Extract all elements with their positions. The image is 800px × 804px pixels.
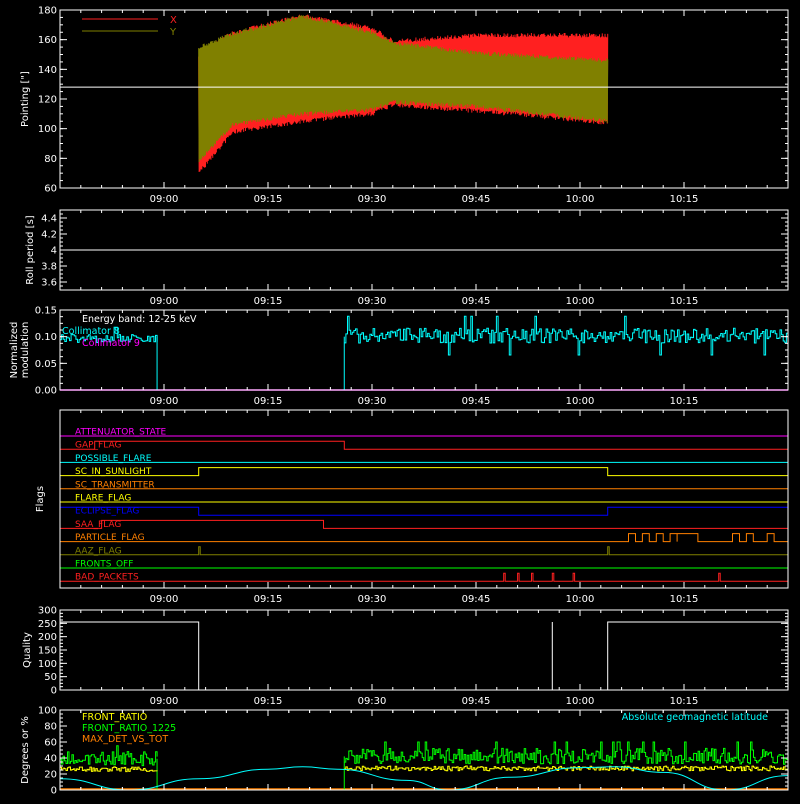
y-tick-label: 60 (44, 738, 57, 749)
y-tick-label: 80 (44, 722, 57, 733)
quality-y-label: Quality (22, 632, 33, 668)
time-tick-label: 09:45 (462, 194, 491, 205)
y-tick-label: 60 (44, 184, 57, 195)
flag-label: SAA_FLAG (75, 520, 121, 530)
time-tick-label: 10:15 (670, 194, 699, 205)
y-tick-label: 160 (38, 35, 57, 46)
y-tick-label: 0.00 (35, 386, 57, 397)
y-tick-label: 3.6 (41, 278, 57, 289)
time-tick-label: 10:15 (670, 396, 699, 407)
y-tick-label: 120 (38, 95, 57, 106)
y-tick-label: 0 (51, 786, 57, 797)
modulation-y-label-1: Normalized (9, 322, 20, 379)
time-tick-label: 09:45 (462, 396, 491, 407)
time-tick-label: 09:00 (150, 194, 179, 205)
flag-label: ATTENUATOR_STATE (75, 428, 167, 438)
y-tick-label: 40 (44, 754, 57, 765)
legend-max-det-vs-tot: MAX_DET_VS_TOT (82, 734, 168, 745)
flag-label: AAZ_FLAG (75, 546, 122, 556)
y-tick-label: 0 (51, 686, 57, 697)
y-tick-label: 80 (44, 154, 57, 165)
legend-x-label: X (170, 15, 177, 26)
y-tick-label: 100 (38, 706, 57, 717)
y-tick-label: 50 (44, 672, 57, 683)
time-tick-label: 10:15 (670, 296, 699, 307)
time-tick-label: 10:00 (566, 696, 595, 707)
y-tick-label: 140 (38, 65, 57, 76)
time-tick-label: 09:15 (254, 296, 283, 307)
energy-band-annotation: Energy band: 12-25 keV (82, 314, 197, 325)
rhessi-observing-summary: 60 80 100 120 140 160 180 09:00 09:15 09:30 09:45… (0, 0, 800, 800)
pointing-y-label: Pointing ["] (20, 71, 31, 127)
flag-label: GAP_FLAG (75, 441, 121, 451)
time-tick-label: 09:30 (358, 696, 387, 707)
geomagnetic-latitude-label: Absolute geomagnetic latitude (622, 712, 768, 723)
flag-label: POSSIBLE_FLARE (75, 454, 152, 464)
time-tick-label: 09:15 (254, 194, 283, 205)
y-tick-label: 300 (38, 606, 57, 617)
legend-collimator-9: Collimator 9 (82, 338, 140, 349)
time-tick-label: 09:00 (150, 396, 179, 407)
time-tick-label: 09:30 (358, 296, 387, 307)
flag-label: BAD_PACKETS (75, 573, 139, 583)
time-tick-label: 09:15 (254, 594, 283, 605)
time-tick-label: 09:30 (358, 194, 387, 205)
time-tick-label: 10:15 (670, 594, 699, 605)
legend-y-label: Y (169, 27, 177, 38)
y-tick-label: 0.05 (35, 359, 57, 370)
time-tick-label: 10:00 (566, 594, 595, 605)
y-tick-label: 4.2 (41, 230, 57, 241)
legend-front-ratio: FRONT_RATIO (82, 712, 147, 723)
time-tick-label: 10:00 (566, 296, 595, 307)
time-tick-label: 09:45 (462, 594, 491, 605)
flag-label: FRONTS_OFF (75, 560, 133, 570)
y-tick-label: 150 (38, 646, 57, 657)
y-tick-label: 20 (44, 770, 57, 781)
y-tick-label: 4 (51, 246, 57, 257)
time-tick-label: 09:00 (150, 296, 179, 307)
flag-label: FLARE_FLAG (75, 494, 131, 504)
legend-collimator-8: Collimator 8 (62, 326, 120, 337)
flag-label: ECLIPSE_FLAG (75, 507, 139, 517)
summary-plot-canvas: 60 80 100 120 140 160 180 09:00 09:15 09:30 09:45… (0, 0, 800, 800)
flags-y-label: Flags (35, 486, 46, 512)
y-tick-label: 0.10 (35, 332, 57, 343)
time-tick-label: 10:15 (670, 696, 699, 707)
time-tick-label: 09:00 (150, 696, 179, 707)
legend-front-ratio-1225: FRONT_RATIO_1225 (82, 723, 176, 734)
time-tick-label: 10:00 (566, 396, 595, 407)
y-tick-label: 0.15 (35, 306, 57, 317)
flag-label: SC_TRANSMITTER (75, 480, 155, 490)
y-tick-label: 100 (38, 659, 57, 670)
roll-period-y-label: Roll period [s] (25, 215, 36, 284)
ratios-y-label: Degrees or % (20, 716, 31, 784)
y-tick-label: 250 (38, 619, 57, 630)
y-tick-label: 100 (38, 124, 57, 135)
time-tick-label: 09:45 (462, 296, 491, 307)
time-tick-label: 09:30 (358, 396, 387, 407)
time-tick-label: 09:45 (462, 696, 491, 707)
time-tick-label: 10:00 (566, 194, 595, 205)
y-tick-label: 3.8 (41, 262, 57, 273)
y-tick-label: 200 (38, 632, 57, 643)
flag-label: PARTICLE_FLAG (75, 533, 145, 543)
time-tick-label: 09:30 (358, 594, 387, 605)
y-tick-label: 180 (38, 6, 57, 17)
modulation-y-label-2: modulation (20, 322, 31, 379)
flag-label: SC_IN_SUNLIGHT (75, 467, 152, 477)
y-tick-label: 4.4 (41, 214, 57, 225)
time-tick-label: 09:00 (150, 594, 179, 605)
time-tick-label: 09:15 (254, 396, 283, 407)
time-tick-label: 09:15 (254, 696, 283, 707)
